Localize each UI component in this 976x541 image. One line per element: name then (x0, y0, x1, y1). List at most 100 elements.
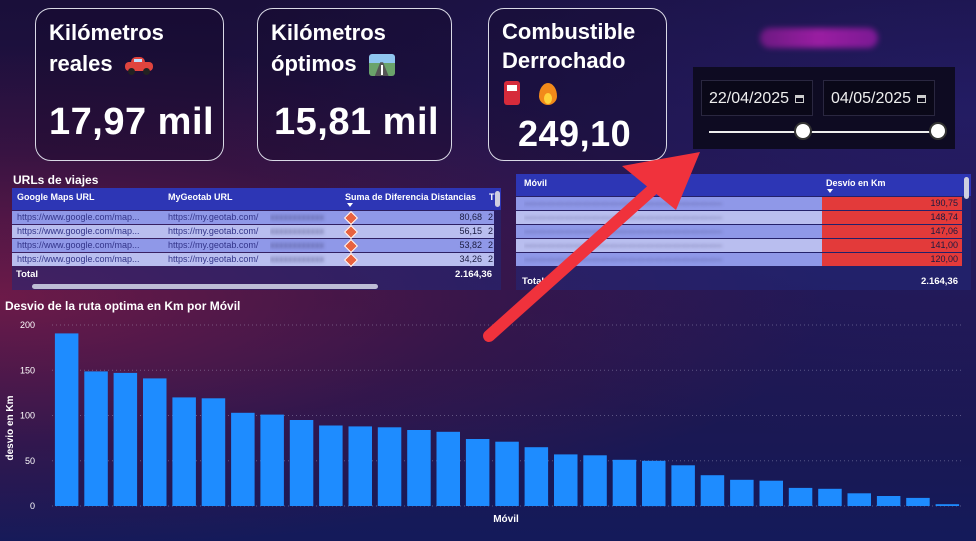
horizontal-scrollbar[interactable] (32, 284, 378, 289)
table-row: https://www.google.com/map... https://my… (12, 210, 494, 226)
sort-desc-icon[interactable] (827, 189, 833, 193)
chart-bar[interactable] (407, 430, 431, 506)
chart-bar[interactable] (759, 480, 784, 506)
mygeotab-url[interactable]: https://my.geotab.com/ (168, 211, 268, 224)
chart-bar[interactable] (54, 333, 79, 506)
chart-bar[interactable] (935, 504, 960, 506)
column-header-diferencia[interactable]: Suma de Diferencia Distancias (345, 192, 476, 202)
chart-bar[interactable] (143, 378, 167, 506)
kpi-title: Kilómetros reales (49, 17, 164, 79)
chart-bar[interactable] (319, 425, 343, 507)
kpi-value: 15,81 mil (274, 101, 440, 143)
chart-bars (54, 333, 960, 507)
y-tick-label: 50 (25, 456, 35, 466)
chart-bar[interactable] (495, 441, 519, 506)
warning-diamond-icon (343, 238, 359, 254)
movil-table: Móvil Desvío en Km —————————————————————… (516, 174, 971, 290)
chart-bar[interactable] (788, 487, 813, 506)
table-row: —————————————————————— 148,74 (516, 211, 962, 224)
column-header-movil[interactable]: Móvil (524, 178, 547, 188)
desvio-value: 148,74 (930, 212, 958, 222)
road-icon (368, 54, 395, 77)
chart-bar[interactable] (524, 447, 549, 506)
chart-bar[interactable] (289, 420, 314, 506)
y-tick-label: 150 (20, 365, 35, 375)
kpi-title-line2: Derrochado (502, 48, 626, 73)
chart-bar[interactable] (671, 465, 695, 506)
vertical-scrollbar[interactable] (495, 191, 500, 207)
chart-bar[interactable] (201, 398, 226, 506)
warning-diamond-icon (343, 224, 359, 240)
warning-diamond-icon (343, 252, 359, 268)
mygeotab-url[interactable]: https://my.geotab.com/ (168, 225, 268, 238)
start-date-input[interactable]: 22/04/2025 (701, 80, 813, 116)
sort-desc-icon[interactable] (347, 203, 353, 207)
chart-bar[interactable] (642, 460, 666, 507)
column-header-desvio[interactable]: Desvío en Km (826, 178, 886, 188)
calendar-icon[interactable] (917, 95, 926, 103)
google-maps-url[interactable]: https://www.google.com/map... (17, 211, 162, 224)
diferencia-value: 80,68 (459, 212, 482, 222)
kpi-card-km-optimos: Kilómetros óptimos 15,81 mil (257, 8, 452, 161)
total-value: 2.164,36 (455, 269, 492, 280)
vertical-scrollbar[interactable] (964, 177, 969, 199)
kpi-card-km-reales: Kilómetros reales 17,97 mil (35, 8, 224, 161)
chart-title: Desvio de la ruta optima en Km por Móvil (5, 299, 241, 313)
table-header: Google Maps URL MyGeotab URL Suma de Dif… (12, 188, 501, 210)
table-total-row: Total 2.164,36 (516, 276, 962, 290)
column-header-t[interactable]: T (489, 192, 495, 202)
chart-bar[interactable] (612, 459, 637, 506)
table-row: —————————————————————— 120,00 (516, 253, 962, 266)
chart-bar[interactable] (348, 426, 373, 506)
fuel-pump-icon (504, 81, 524, 105)
date-slider-track[interactable] (709, 131, 941, 133)
movil-name: —————————————————————— (524, 198, 722, 208)
calendar-icon[interactable] (795, 95, 804, 103)
total-label: Total (16, 269, 38, 280)
chart-bar[interactable] (465, 439, 490, 506)
movil-name: —————————————————————— (524, 212, 722, 222)
movil-name: —————————————————————— (524, 240, 722, 250)
chart-bar[interactable] (113, 372, 138, 506)
chart-bar[interactable] (847, 493, 872, 506)
kpi-title-line1: Kilómetros (271, 20, 386, 45)
end-date-input[interactable]: 04/05/2025 (823, 80, 935, 116)
date-range-slicer: 22/04/2025 04/05/2025 (693, 67, 955, 149)
chart-bar[interactable] (436, 431, 461, 506)
mygeotab-url[interactable]: https://my.geotab.com/ (168, 239, 268, 252)
fire-icon (538, 81, 558, 105)
chart-bar[interactable] (906, 497, 930, 506)
chart-bar[interactable] (84, 371, 108, 506)
redacted-text: xxxxxxxxxxxx (270, 212, 324, 222)
chart-bar[interactable] (876, 496, 901, 506)
chart-bar[interactable] (377, 427, 402, 506)
chart-bar[interactable] (554, 454, 578, 506)
kpi-value: 249,10 (518, 113, 632, 154)
column-header-google-maps[interactable]: Google Maps URL (17, 192, 95, 202)
chart-bar[interactable] (730, 479, 754, 506)
kpi-title-line1: Combustible (502, 19, 636, 44)
total-value: 2.164,36 (921, 276, 958, 287)
kpi-title-line2: óptimos (271, 51, 357, 76)
chart-bar[interactable] (231, 412, 255, 506)
t-value: 2 (487, 240, 493, 250)
movil-name: —————————————————————— (524, 226, 722, 236)
bar-chart: 0 50 100 150 200 desvio en Km Móvil (5, 320, 962, 525)
mygeotab-url[interactable]: https://my.geotab.com/ (168, 253, 268, 266)
date-slider-start-handle[interactable] (794, 122, 812, 140)
chart-bar[interactable] (260, 414, 284, 506)
column-header-mygeotab[interactable]: MyGeotab URL (168, 192, 233, 202)
google-maps-url[interactable]: https://www.google.com/map... (17, 253, 162, 266)
chart-bar[interactable] (583, 455, 607, 506)
google-maps-url[interactable]: https://www.google.com/map... (17, 225, 162, 238)
warning-diamond-icon (343, 210, 359, 226)
urls-table-title: URLs de viajes (13, 173, 99, 187)
chart-bar[interactable] (172, 397, 196, 506)
table-row: —————————————————————— 141,00 (516, 239, 962, 252)
date-slider-end-handle[interactable] (929, 122, 947, 140)
y-axis-ticks: 0 50 100 150 200 (20, 320, 35, 511)
chart-bar[interactable] (818, 488, 842, 506)
google-maps-url[interactable]: https://www.google.com/map... (17, 239, 162, 252)
chart-bar[interactable] (700, 475, 725, 506)
table-row: https://www.google.com/map... https://my… (12, 252, 494, 268)
